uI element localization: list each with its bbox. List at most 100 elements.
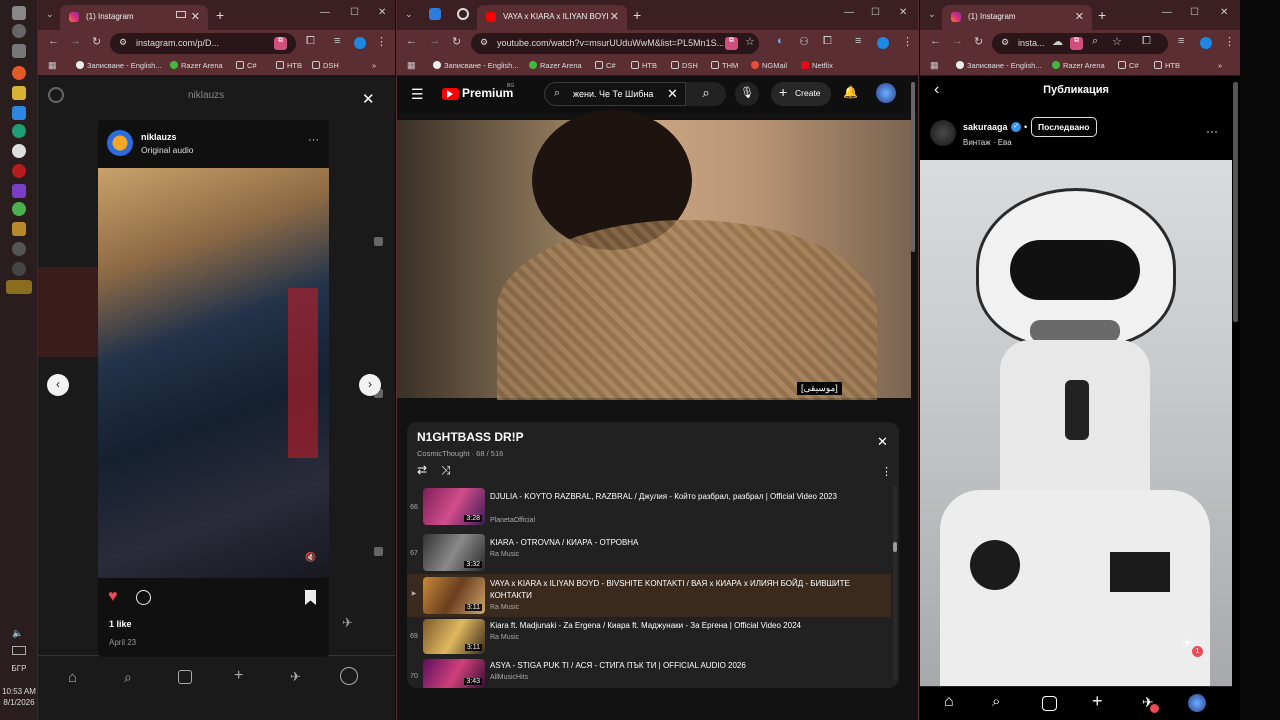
create-icon[interactable]: + — [234, 667, 243, 685]
reload-icon[interactable]: ↻ — [974, 35, 983, 48]
item-thumbnail[interactable]: 3:11 — [423, 577, 485, 614]
bookmark-3[interactable]: C# — [595, 61, 616, 70]
new-tab-button[interactable]: + — [216, 7, 224, 23]
ext-cloud-icon[interactable]: ☁ — [1052, 35, 1063, 48]
pinned-tab-1-icon[interactable] — [429, 8, 441, 20]
bookmark-4[interactable]: НТВ — [1154, 61, 1180, 70]
bookmark-2[interactable]: Razer Arena — [1052, 61, 1105, 70]
tab-search-icon[interactable]: ⌄ — [46, 9, 54, 20]
messages-float-icon[interactable]: ✈ — [1182, 636, 1192, 650]
shuffle-icon[interactable]: ⤨ — [441, 463, 451, 478]
menu-icon[interactable]: ⋮ — [376, 35, 387, 48]
media-icon[interactable]: ≡ — [855, 35, 861, 47]
profile-nav-icon[interactable] — [340, 667, 358, 685]
prev-post-button[interactable]: ‹ — [47, 374, 69, 396]
close-modal-icon[interactable]: ✕ — [362, 90, 375, 108]
pip-icon[interactable]: ⧉ — [725, 37, 738, 50]
page-scrollbar[interactable] — [1233, 82, 1238, 322]
close-window-button[interactable]: ✕ — [899, 7, 907, 18]
next-post-button[interactable]: › — [359, 374, 381, 396]
pip-icon[interactable]: ⧉ — [1070, 37, 1083, 50]
bookmark-4[interactable]: НТВ — [276, 61, 302, 70]
close-tab-icon[interactable]: ✕ — [607, 10, 619, 23]
bookmark-3[interactable]: C# — [236, 61, 257, 70]
save-bookmark-icon[interactable] — [305, 590, 316, 605]
reels-icon[interactable] — [178, 670, 192, 684]
minimize-button[interactable]: — — [1162, 7, 1172, 18]
bookmarks-overflow-icon[interactable]: » — [372, 61, 376, 70]
profile-nav-icon[interactable] — [1188, 694, 1206, 712]
close-playlist-icon[interactable]: ✕ — [877, 434, 888, 450]
tab-instagram[interactable]: (1) Instagram ✕ — [942, 5, 1092, 30]
avatar[interactable] — [930, 120, 956, 146]
original-audio[interactable]: Original audio — [141, 145, 193, 155]
item-thumbnail[interactable]: 3:43 — [423, 659, 485, 688]
back-icon[interactable]: ← — [406, 35, 417, 47]
pip-icon[interactable]: ⧉ — [274, 37, 287, 50]
bookmark-2[interactable]: Razer Arena — [529, 61, 582, 70]
extensions-icon[interactable]: ⧠ — [306, 35, 315, 48]
playlist-menu-icon[interactable]: ⋮ — [881, 465, 892, 478]
page-scrollbar[interactable] — [911, 82, 915, 252]
extensions-icon[interactable]: ⧠ — [1142, 35, 1151, 48]
profile-avatar[interactable] — [354, 37, 366, 49]
bookmarks-overflow-icon[interactable]: » — [1218, 61, 1222, 70]
app4-icon[interactable] — [12, 242, 26, 256]
video-player[interactable]: [موسيقى] — [397, 110, 911, 400]
extensions-icon[interactable]: ⧠ — [823, 35, 832, 48]
bookmark-8[interactable]: Netflix — [801, 61, 833, 70]
create-icon[interactable]: + — [1092, 691, 1103, 712]
search-nav-icon[interactable]: ⌕ — [124, 669, 132, 686]
post-image[interactable] — [920, 160, 1232, 686]
playlist-scroll-thumb[interactable] — [893, 542, 897, 552]
profile-avatar[interactable] — [1200, 37, 1212, 49]
url-field[interactable]: ⚙ instagram.com/p/D... — [110, 33, 296, 54]
back-icon[interactable]: ← — [930, 35, 941, 47]
bookmark-2[interactable]: Razer Arena — [170, 61, 223, 70]
url-field[interactable]: ⚙ youtube.com/watch?v=msurUUduWwM&list=P… — [471, 33, 759, 54]
forward-icon[interactable]: → — [70, 35, 81, 47]
following-button[interactable]: Последвано — [1031, 117, 1097, 137]
create-button[interactable]: + Create — [771, 82, 831, 106]
bookmark-star-icon[interactable]: ☆ — [745, 35, 755, 48]
browser-icon[interactable] — [12, 66, 26, 80]
item-thumbnail[interactable]: 3:28 — [423, 488, 485, 525]
new-tab-button[interactable]: + — [1098, 7, 1106, 23]
apps-icon[interactable]: ▦ — [930, 60, 939, 71]
search-icon[interactable] — [12, 24, 26, 38]
close-window-button[interactable]: ✕ — [1220, 7, 1228, 18]
chrome-icon[interactable] — [12, 144, 26, 158]
reload-icon[interactable]: ↻ — [92, 35, 101, 48]
task-view-icon[interactable] — [12, 44, 26, 58]
store-icon[interactable] — [12, 106, 26, 120]
minimize-button[interactable]: — — [844, 7, 854, 18]
post-subtitle[interactable]: Винтаж · Ева — [963, 138, 1012, 147]
language-indicator[interactable]: БГР — [0, 664, 38, 673]
apps-icon[interactable]: ▦ — [48, 60, 57, 71]
search-nav-icon[interactable]: ⌕ — [992, 693, 1000, 710]
loop-icon[interactable]: ⇄ — [417, 463, 427, 477]
bookmark-1[interactable]: Записване - English... — [433, 61, 519, 70]
more-options-icon[interactable]: ··· — [1206, 124, 1218, 138]
file-explorer-icon[interactable] — [12, 86, 26, 100]
app2-icon[interactable] — [12, 202, 26, 216]
ext-1-icon[interactable]: ◐ — [777, 35, 784, 47]
app5-icon[interactable] — [12, 262, 26, 276]
app3-icon[interactable] — [12, 222, 26, 236]
playlist-title[interactable]: N1GHTBASS DR!P — [417, 430, 524, 444]
zoom-icon[interactable]: ⌕ — [1092, 35, 1098, 48]
keyboard-icon[interactable] — [12, 646, 26, 655]
start-icon[interactable] — [12, 6, 26, 20]
ext-2-icon[interactable]: ⚇ — [799, 35, 809, 48]
messages-float-icon[interactable]: ✈ — [342, 615, 353, 631]
tab-instagram[interactable]: (1) Instagram ✕ — [60, 5, 208, 30]
logo-text[interactable]: Premium — [462, 86, 513, 100]
item-thumbnail[interactable]: 3:32 — [423, 534, 485, 571]
minimize-button[interactable]: — — [320, 7, 330, 18]
bookmark-5[interactable]: DSH — [671, 61, 698, 70]
bookmark-6[interactable]: THM — [711, 61, 738, 70]
back-icon[interactable]: ← — [48, 35, 59, 47]
menu-icon[interactable]: ⋮ — [1224, 35, 1235, 48]
tab-search-icon[interactable]: ⌄ — [928, 9, 936, 20]
close-tab-icon[interactable]: ✕ — [191, 10, 200, 23]
